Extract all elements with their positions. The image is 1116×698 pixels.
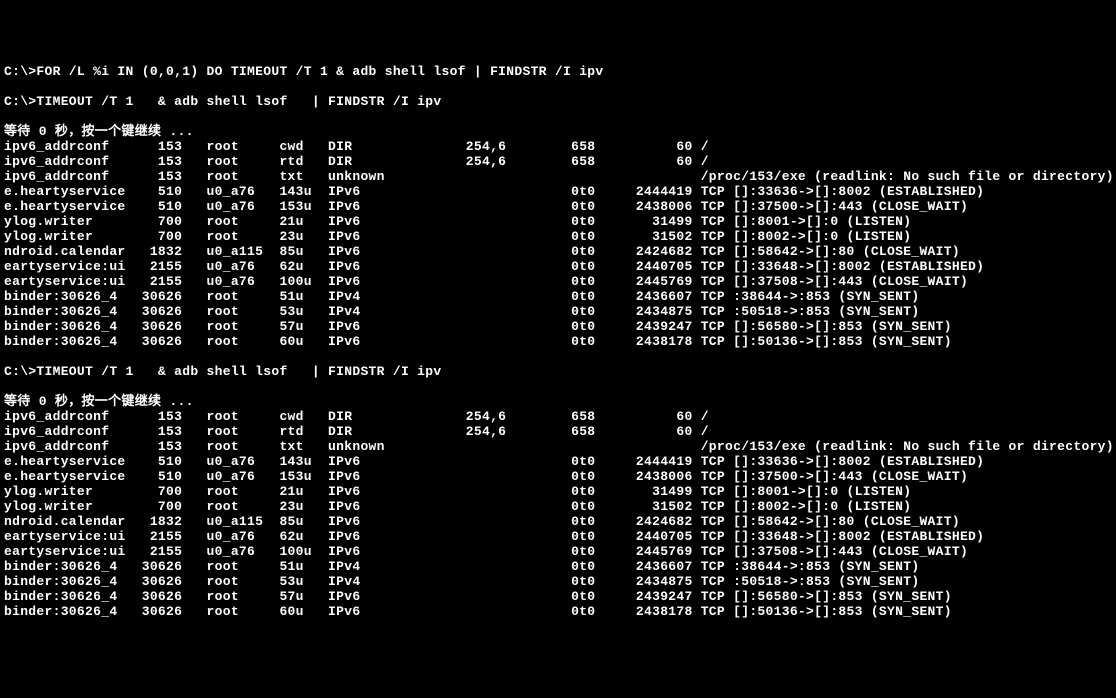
wait-message: 等待 0 秒，按一个键继续 ...: [4, 394, 1112, 409]
lsof-row: ndroid.calendar 1832 u0_a115 85u IPv6 0t…: [4, 244, 1112, 259]
blank-line: [4, 349, 1112, 364]
lsof-row: ipv6_addrconf 153 root txt unknown /proc…: [4, 169, 1112, 184]
lsof-row: ndroid.calendar 1832 u0_a115 85u IPv6 0t…: [4, 514, 1112, 529]
lsof-row: ylog.writer 700 root 23u IPv6 0t0 31502 …: [4, 499, 1112, 514]
lsof-row: binder:30626_4 30626 root 51u IPv4 0t0 2…: [4, 289, 1112, 304]
lsof-row: eartyservice:ui 2155 u0_a76 100u IPv6 0t…: [4, 544, 1112, 559]
lsof-row: ipv6_addrconf 153 root cwd DIR 254,6 658…: [4, 139, 1112, 154]
lsof-row: eartyservice:ui 2155 u0_a76 62u IPv6 0t0…: [4, 529, 1112, 544]
lsof-row: binder:30626_4 30626 root 57u IPv6 0t0 2…: [4, 589, 1112, 604]
lsof-row: binder:30626_4 30626 root 60u IPv6 0t0 2…: [4, 604, 1112, 619]
lsof-row: ipv6_addrconf 153 root rtd DIR 254,6 658…: [4, 154, 1112, 169]
blank-line: [4, 109, 1112, 124]
lsof-row: ylog.writer 700 root 21u IPv6 0t0 31499 …: [4, 214, 1112, 229]
lsof-row: binder:30626_4 30626 root 53u IPv4 0t0 2…: [4, 574, 1112, 589]
lsof-row: binder:30626_4 30626 root 60u IPv6 0t0 2…: [4, 334, 1112, 349]
lsof-row: eartyservice:ui 2155 u0_a76 62u IPv6 0t0…: [4, 259, 1112, 274]
command-line: C:\>TIMEOUT /T 1 & adb shell lsof | FIND…: [4, 364, 1112, 379]
lsof-row: ipv6_addrconf 153 root txt unknown /proc…: [4, 439, 1112, 454]
lsof-row: eartyservice:ui 2155 u0_a76 100u IPv6 0t…: [4, 274, 1112, 289]
wait-message: 等待 0 秒，按一个键继续 ...: [4, 124, 1112, 139]
lsof-row: e.heartyservice 510 u0_a76 153u IPv6 0t0…: [4, 199, 1112, 214]
lsof-row: e.heartyservice 510 u0_a76 143u IPv6 0t0…: [4, 184, 1112, 199]
terminal-output[interactable]: C:\>FOR /L %i IN (0,0,1) DO TIMEOUT /T 1…: [4, 64, 1112, 619]
lsof-row: binder:30626_4 30626 root 53u IPv4 0t0 2…: [4, 304, 1112, 319]
lsof-row: ylog.writer 700 root 21u IPv6 0t0 31499 …: [4, 484, 1112, 499]
lsof-row: e.heartyservice 510 u0_a76 143u IPv6 0t0…: [4, 454, 1112, 469]
command-line: C:\>TIMEOUT /T 1 & adb shell lsof | FIND…: [4, 94, 1112, 109]
lsof-row: ylog.writer 700 root 23u IPv6 0t0 31502 …: [4, 229, 1112, 244]
lsof-row: ipv6_addrconf 153 root rtd DIR 254,6 658…: [4, 424, 1112, 439]
lsof-row: binder:30626_4 30626 root 57u IPv6 0t0 2…: [4, 319, 1112, 334]
blank-line: [4, 79, 1112, 94]
lsof-row: ipv6_addrconf 153 root cwd DIR 254,6 658…: [4, 409, 1112, 424]
blank-line: [4, 379, 1112, 394]
lsof-row: binder:30626_4 30626 root 51u IPv4 0t0 2…: [4, 559, 1112, 574]
command-line: C:\>FOR /L %i IN (0,0,1) DO TIMEOUT /T 1…: [4, 64, 1112, 79]
lsof-row: e.heartyservice 510 u0_a76 153u IPv6 0t0…: [4, 469, 1112, 484]
